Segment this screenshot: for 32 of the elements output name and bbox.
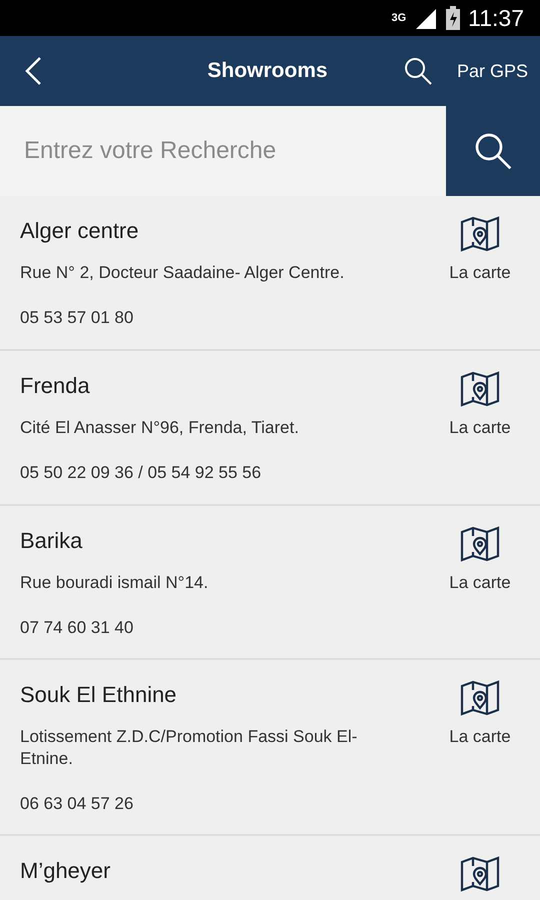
signal-icon bbox=[414, 7, 438, 29]
battery-icon bbox=[446, 6, 460, 30]
map-icon bbox=[460, 856, 500, 892]
showroom-name: Barika bbox=[20, 526, 84, 554]
map-icon bbox=[460, 216, 500, 252]
map-button[interactable]: La carte bbox=[440, 680, 520, 816]
showroom-address: Cité El Anasser N°96, Frenda, Tiaret. bbox=[20, 416, 300, 438]
map-icon bbox=[460, 526, 500, 562]
back-button[interactable] bbox=[24, 56, 42, 86]
map-button[interactable]: La carte bbox=[440, 526, 520, 640]
showroom-phone: 05 50 22 09 36 / 05 54 92 55 56 bbox=[20, 462, 262, 484]
map-button[interactable]: La carte bbox=[440, 370, 520, 486]
gps-button[interactable]: Par GPS bbox=[456, 58, 540, 84]
showroom-phone: 05 53 57 01 80 bbox=[20, 307, 134, 330]
showroom-name: Frenda bbox=[20, 372, 91, 400]
network-label: 3G bbox=[391, 12, 406, 24]
showroom-name: Alger centre bbox=[20, 217, 140, 245]
showroom-address: Lotissement Z.D.C/Promotion Fassi Souk El-Etnine. bbox=[20, 726, 358, 769]
search-icon bbox=[473, 131, 513, 171]
showroom-phone: 06 63 04 57 26 bbox=[20, 792, 134, 815]
map-button[interactable]: La carte bbox=[440, 216, 520, 331]
map-icon bbox=[460, 680, 500, 716]
map-icon bbox=[460, 370, 500, 407]
showroom-phone: 07 74 60 31 40 bbox=[20, 616, 134, 639]
showroom-address: Rue N° 2, Docteur Saadaine- Alger Centre. bbox=[20, 262, 346, 284]
showroom-address: Rue bouradi ismail N°14. bbox=[20, 572, 210, 593]
showroom-name: M’gheyer bbox=[20, 857, 112, 886]
showroom-name: Souk El Ethnine bbox=[20, 681, 178, 710]
search-field[interactable]: Entrez votre Recherche bbox=[0, 106, 446, 196]
screen-title: Showrooms bbox=[206, 58, 329, 84]
search-button[interactable] bbox=[446, 106, 540, 196]
clock: 11:37 bbox=[468, 4, 524, 33]
